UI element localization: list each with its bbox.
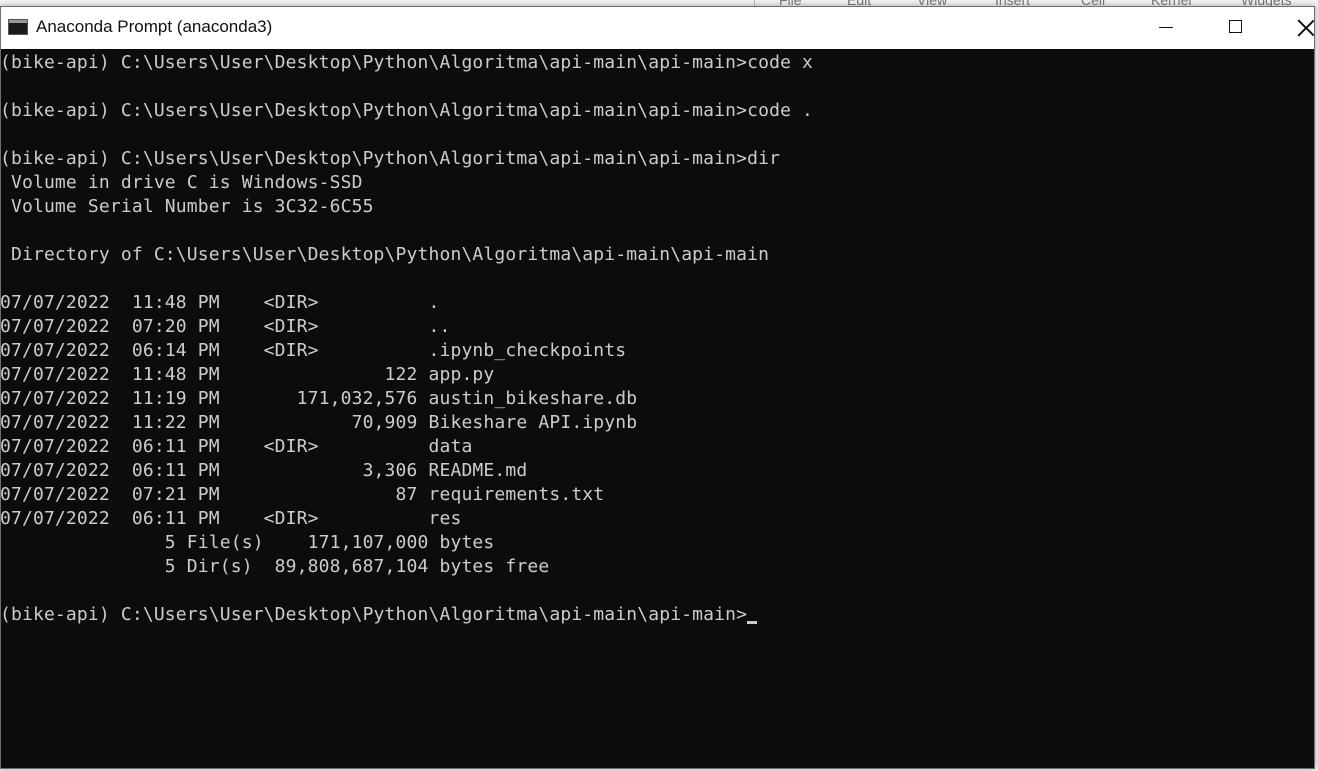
console-line: 07/07/2022 06:11 PM <DIR> data xyxy=(1,436,473,457)
text-cursor xyxy=(747,621,758,624)
minimize-button[interactable] xyxy=(1131,7,1201,49)
anaconda-prompt-window[interactable]: Anaconda Prompt (anaconda3) (bike-api) C… xyxy=(0,6,1315,769)
console-line: 07/07/2022 11:48 PM 122 app.py xyxy=(1,364,495,385)
console-line: (bike-api) C:\Users\User\Desktop\Python\… xyxy=(1,100,814,121)
console-line: 07/07/2022 06:14 PM <DIR> .ipynb_checkpo… xyxy=(1,340,627,361)
console-line: Directory of C:\Users\User\Desktop\Pytho… xyxy=(1,244,770,265)
console-output[interactable]: (bike-api) C:\Users\User\Desktop\Python\… xyxy=(1,49,1314,768)
console-line: Volume Serial Number is 3C32-6C55 xyxy=(1,196,374,217)
console-line: 07/07/2022 06:11 PM <DIR> res xyxy=(1,508,462,529)
title-bar[interactable]: Anaconda Prompt (anaconda3) xyxy=(1,7,1314,49)
console-line: Volume in drive C is Windows-SSD xyxy=(1,172,363,193)
maximize-button[interactable] xyxy=(1201,7,1271,49)
close-button[interactable] xyxy=(1271,7,1316,49)
console-line: 07/07/2022 11:48 PM <DIR> . xyxy=(1,292,440,313)
console-prompt: (bike-api) C:\Users\User\Desktop\Python\… xyxy=(1,604,748,625)
close-icon xyxy=(1297,19,1315,37)
console-line: 5 Dir(s) 89,808,687,104 bytes free xyxy=(1,556,550,577)
console-line: 07/07/2022 06:11 PM 3,306 README.md xyxy=(1,460,528,481)
console-line: 07/07/2022 07:20 PM <DIR> .. xyxy=(1,316,451,337)
console-window-icon xyxy=(8,19,28,35)
window-title: Anaconda Prompt (anaconda3) xyxy=(36,17,273,36)
console-line: 07/07/2022 11:19 PM 171,032,576 austin_b… xyxy=(1,388,638,409)
minimize-icon xyxy=(1159,27,1173,28)
console-prompt-line[interactable]: (bike-api) C:\Users\User\Desktop\Python\… xyxy=(1,603,758,627)
maximize-icon xyxy=(1229,20,1242,33)
console-line: 07/07/2022 07:21 PM 87 requirements.txt xyxy=(1,484,605,505)
console-line: 07/07/2022 11:22 PM 70,909 Bikeshare API… xyxy=(1,412,638,433)
console-line: 5 File(s) 171,107,000 bytes xyxy=(1,532,495,553)
console-line: (bike-api) C:\Users\User\Desktop\Python\… xyxy=(1,148,781,169)
console-line: (bike-api) C:\Users\User\Desktop\Python\… xyxy=(1,52,814,73)
